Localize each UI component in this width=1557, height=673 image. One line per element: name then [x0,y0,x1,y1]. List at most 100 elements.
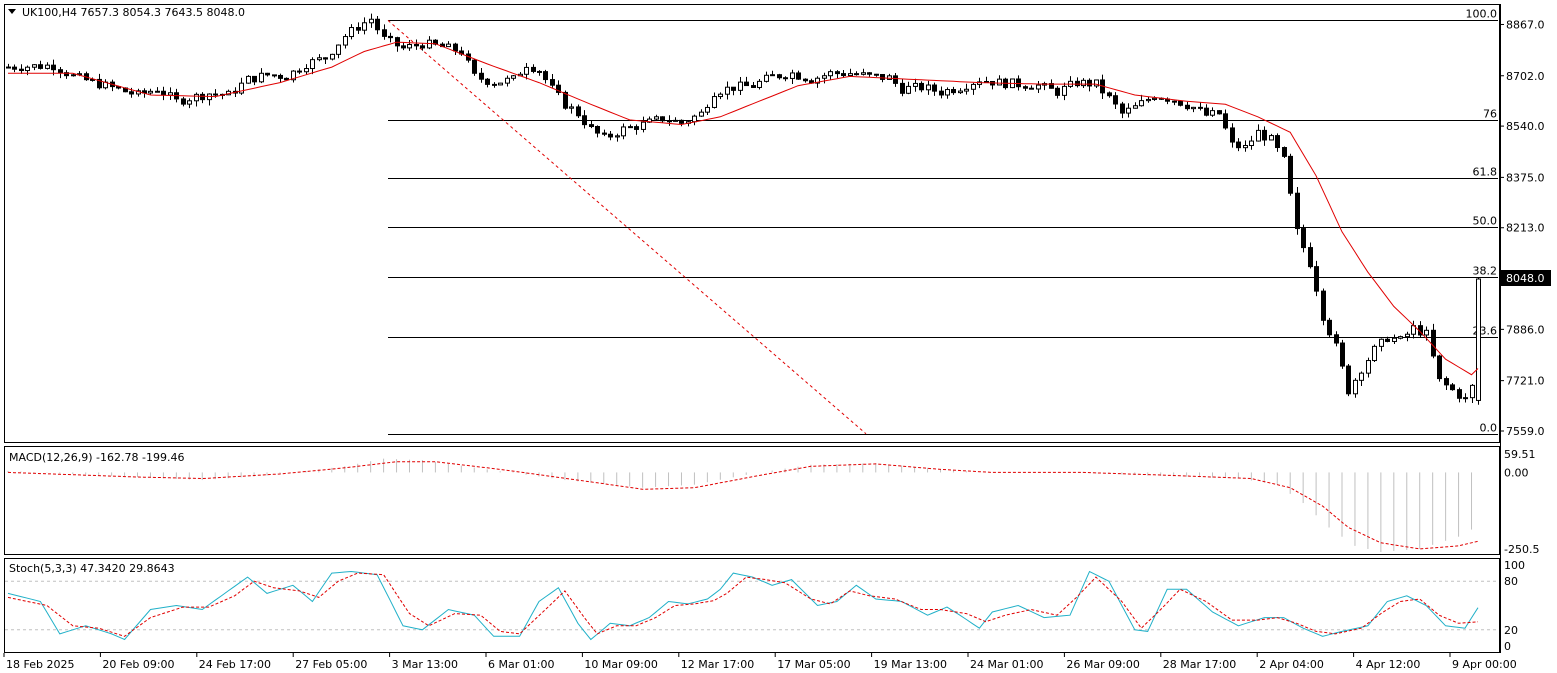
candle-body [569,106,574,109]
candle-body [246,75,251,84]
candle-body [848,73,853,77]
candle-body [213,93,218,96]
candle-body [958,90,963,94]
candle-body [945,89,950,96]
candle-body [887,75,892,80]
candle-body [58,69,63,74]
price-tick-label: 8702.0 [1506,70,1545,83]
candle-body [796,72,801,80]
candle-body [362,22,367,31]
candle-body [1275,135,1280,149]
candle-body [1359,372,1364,381]
candle-body [1062,85,1067,96]
candle-body [660,116,665,122]
candle-body [550,79,555,86]
fib-level-label: 100.0 [1466,8,1498,21]
candle-body [543,71,548,81]
candle-body [537,70,542,73]
time-tick-label: 6 Mar 01:00 [488,658,554,671]
candle-body [45,64,50,69]
candle-body [1385,338,1390,342]
candle-body [1133,105,1138,109]
candle-body [628,126,633,129]
candle-body [783,77,788,80]
candle-body [265,72,270,76]
candle-body [641,121,646,130]
macd-header: MACD(12,26,9) -162.78 -199.46 [9,451,184,464]
candle-body [1346,365,1351,395]
candle-body [1321,290,1326,321]
time-tick-label: 2 Apr 04:00 [1259,658,1324,671]
candle-body [1087,79,1092,87]
candle-body [343,36,348,46]
candle-body [939,90,944,96]
candle-body [582,115,587,126]
stoch-tick-label: 20 [1504,624,1518,637]
candle-body [1269,135,1274,141]
candle-body [790,72,795,79]
fib-level-label: 50.0 [1473,215,1498,228]
candle-body [304,68,309,73]
candle-body [32,64,37,68]
candle-body [1405,333,1410,338]
trading-chart[interactable]: 100.07661.850.038.223.60.0 8867.08702.08… [0,0,1557,673]
candle-body [777,74,782,79]
candle-body [1476,278,1481,401]
candle-body [1075,80,1080,87]
candle-body [913,82,918,87]
macd-panel[interactable] [4,446,1500,555]
candle-body [1081,79,1086,87]
time-tick-label: 20 Feb 09:00 [102,658,174,671]
candle-body [71,74,76,77]
candle-body [705,106,710,113]
time-tick-label: 12 Mar 17:00 [681,658,754,671]
candle-body [835,71,840,75]
candle-body [1230,127,1235,143]
candle-body [278,74,283,79]
candle-body [6,66,11,69]
candle-body [1301,228,1306,249]
candle-body [1282,147,1287,157]
candle-body [1463,397,1468,400]
candle-body [595,126,600,134]
candle-body [589,124,594,128]
candle-body [1470,384,1475,399]
stoch-panel[interactable] [4,558,1500,653]
candle-body [148,90,153,94]
candle-body [1107,92,1112,97]
candle-body [181,98,186,105]
candle-body [1139,100,1144,107]
time-tick-label: 27 Feb 05:00 [295,658,367,671]
candle-body [874,73,879,76]
candle-body [1243,145,1248,149]
time-tick-label: 24 Feb 17:00 [199,658,271,671]
candle-body [1450,384,1455,391]
candle-body [161,90,166,96]
candle-body [1398,336,1403,339]
candle-body [926,84,931,91]
candle-body [1178,100,1183,106]
time-axis: 18 Feb 2025 20 Feb 09:00 24 Feb 17:00 27 Fe… [3,653,1517,671]
candle-body [654,116,659,120]
candle-body [1185,104,1190,110]
time-tick-label: 10 Mar 09:00 [584,658,657,671]
candle-body [867,72,872,75]
fib-level-label: 76 [1483,108,1497,121]
price-tick-label: 8375.0 [1506,171,1545,184]
candle-body [919,82,924,91]
candle-body [822,75,827,79]
time-tick-label: 28 Mar 17:00 [1163,658,1236,671]
candle-body [375,18,380,31]
candle-body [964,88,969,92]
candle-body [323,57,328,60]
candle-body [317,57,322,61]
candle-body [446,43,451,48]
candle-body [498,82,503,86]
time-tick-label: 24 Mar 01:00 [970,658,1043,671]
candle-body [427,39,432,49]
candle-body [1392,337,1397,342]
candle-body [803,78,808,82]
main-panel[interactable] [4,4,1500,443]
candle-body [615,135,620,138]
candle-body [1262,129,1267,141]
